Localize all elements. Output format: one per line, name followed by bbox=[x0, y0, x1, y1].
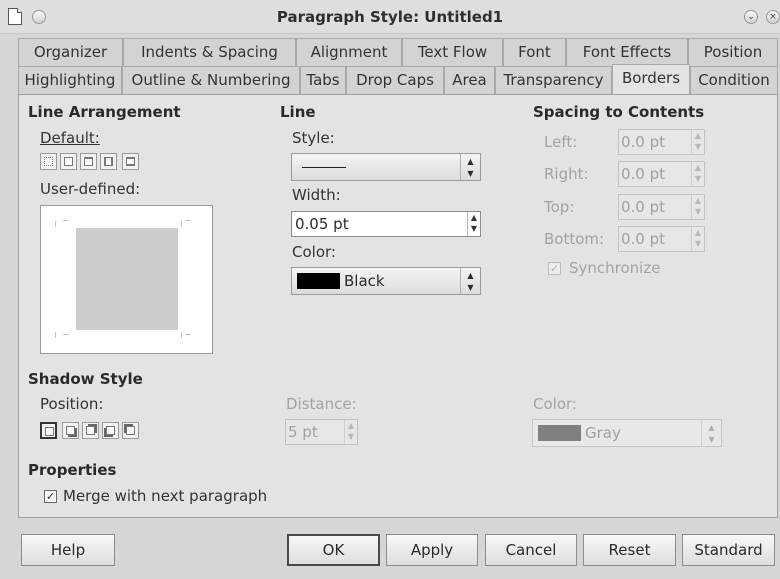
properties-heading: Properties bbox=[28, 461, 117, 479]
spacing-bottom-label: Bottom: bbox=[544, 230, 605, 248]
synchronize-label: Synchronize bbox=[569, 259, 661, 277]
shadow-top-right-icon[interactable] bbox=[82, 422, 99, 439]
spacing-right-field: 0.0 pt ▲ ▼ bbox=[618, 161, 705, 187]
line-width-field[interactable]: 0.05 pt ▲ ▼ bbox=[291, 211, 481, 237]
tab-area[interactable]: Area bbox=[444, 66, 495, 94]
standard-button[interactable]: Standard bbox=[682, 534, 775, 566]
tab-font-effects[interactable]: Font Effects bbox=[566, 38, 688, 66]
reset-button[interactable]: Reset bbox=[583, 534, 676, 566]
tab-alignment[interactable]: Alignment bbox=[296, 38, 402, 66]
tab-position[interactable]: Position bbox=[688, 38, 778, 66]
spacing-bottom-value: 0.0 pt bbox=[621, 230, 666, 248]
window-title: Paragraph Style: Untitled1 bbox=[276, 8, 504, 26]
preview-paragraph-block bbox=[76, 228, 178, 330]
spacing-left-value: 0.0 pt bbox=[621, 133, 666, 151]
apply-button[interactable]: Apply bbox=[386, 534, 478, 566]
spacing-left-field: 0.0 pt ▲ ▼ bbox=[618, 129, 705, 155]
shadow-position-label: Position: bbox=[40, 395, 104, 413]
tab-text-flow[interactable]: Text Flow bbox=[402, 38, 503, 66]
shadow-bottom-right-icon[interactable] bbox=[62, 422, 79, 439]
chevron-updown-icon: ▲ ▼ bbox=[460, 154, 480, 180]
tab-indents-spacing[interactable]: Indents & Spacing bbox=[123, 38, 296, 66]
chevron-updown-icon: ▲ ▼ bbox=[460, 268, 480, 294]
merge-checkbox[interactable]: ✓ bbox=[44, 490, 57, 503]
spacing-top-field: 0.0 pt ▲ ▼ bbox=[618, 194, 705, 220]
help-button[interactable]: Help bbox=[21, 534, 115, 566]
shadow-style-heading: Shadow Style bbox=[28, 370, 143, 388]
width-label: Width: bbox=[292, 186, 341, 204]
spin-icon: ▲ ▼ bbox=[691, 227, 704, 251]
spin-icon: ▲ ▼ bbox=[691, 195, 704, 219]
line-width-value: 0.05 pt bbox=[295, 215, 349, 233]
style-label: Style: bbox=[292, 129, 335, 147]
line-style-dropdown[interactable]: ▲ ▼ bbox=[291, 153, 481, 181]
spacing-bottom-field: 0.0 pt ▲ ▼ bbox=[618, 226, 705, 252]
spin-icon: ▲ ▼ bbox=[691, 162, 704, 186]
line-heading: Line bbox=[280, 103, 316, 121]
shadow-top-left-icon[interactable] bbox=[122, 422, 139, 439]
shadow-distance-value: 5 pt bbox=[288, 423, 318, 441]
close-button[interactable]: × bbox=[766, 10, 780, 24]
line-style-sample bbox=[302, 167, 346, 168]
shadow-bottom-left-icon[interactable] bbox=[102, 422, 119, 439]
tab-highlighting[interactable]: Highlighting bbox=[18, 66, 122, 94]
tab-outline-numbering[interactable]: Outline & Numbering bbox=[122, 66, 300, 94]
minimize-button[interactable]: ⌄ bbox=[744, 10, 758, 24]
cancel-button[interactable]: Cancel bbox=[485, 534, 577, 566]
shadow-color-dropdown: Gray ▲ ▼ bbox=[532, 419, 722, 447]
spin-icon: ▲ ▼ bbox=[691, 130, 704, 154]
spacing-left-label: Left: bbox=[544, 133, 578, 151]
preset-none-icon[interactable] bbox=[40, 153, 57, 170]
spacing-right-value: 0.0 pt bbox=[621, 165, 666, 183]
tab-font[interactable]: Font bbox=[503, 38, 566, 66]
ok-button[interactable]: OK bbox=[287, 534, 380, 566]
spacing-top-value: 0.0 pt bbox=[621, 198, 666, 216]
shadow-distance-field: 5 pt ▲ ▼ bbox=[285, 419, 358, 445]
user-defined-label: User-defined: bbox=[40, 180, 141, 198]
synchronize-checkbox: ✓ bbox=[548, 262, 561, 275]
color-swatch bbox=[297, 273, 340, 289]
title-bar: Paragraph Style: Untitled1 ⌄ × bbox=[0, 0, 780, 34]
line-color-dropdown[interactable]: Black ▲ ▼ bbox=[291, 267, 481, 295]
spacing-heading: Spacing to Contents bbox=[533, 103, 705, 121]
tab-condition[interactable]: Condition bbox=[690, 66, 778, 94]
color-label: Color: bbox=[292, 243, 336, 261]
line-color-value: Black bbox=[344, 272, 385, 290]
preset-box-icon[interactable] bbox=[60, 153, 77, 170]
spacing-top-label: Top: bbox=[544, 198, 575, 216]
width-spin-buttons[interactable]: ▲ ▼ bbox=[467, 212, 480, 236]
default-label: Default: bbox=[40, 129, 100, 147]
chevron-updown-icon: ▲ ▼ bbox=[701, 420, 721, 446]
tab-drop-caps[interactable]: Drop Caps bbox=[346, 66, 444, 94]
preset-top-bottom-icon[interactable] bbox=[122, 153, 139, 170]
preset-left-right-icon[interactable] bbox=[100, 153, 117, 170]
user-defined-preview[interactable] bbox=[40, 205, 213, 354]
tab-borders[interactable]: Borders bbox=[612, 64, 690, 94]
color-swatch bbox=[538, 425, 581, 441]
spin-icon: ▲ ▼ bbox=[344, 420, 357, 444]
spacing-right-label: Right: bbox=[544, 165, 589, 183]
tab-tabs[interactable]: Tabs bbox=[300, 66, 346, 94]
line-arrangement-heading: Line Arrangement bbox=[28, 103, 181, 121]
tab-organizer[interactable]: Organizer bbox=[18, 38, 123, 66]
merge-label: Merge with next paragraph bbox=[63, 487, 268, 505]
shadow-none-icon[interactable] bbox=[40, 422, 57, 439]
distance-label: Distance: bbox=[286, 395, 357, 413]
shadow-color-label: Color: bbox=[533, 395, 577, 413]
tab-transparency[interactable]: Transparency bbox=[495, 66, 612, 94]
shadow-color-value: Gray bbox=[585, 424, 621, 442]
preset-box-inner-icon[interactable] bbox=[80, 153, 97, 170]
